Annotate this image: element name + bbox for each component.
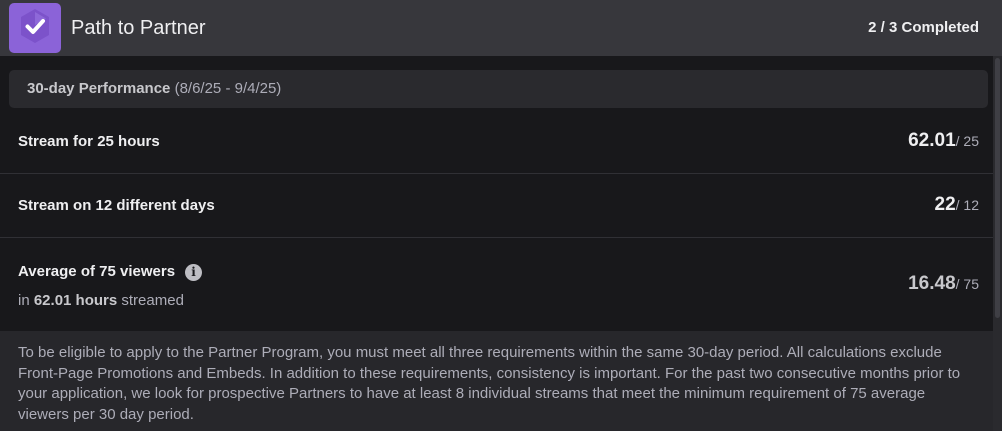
period-label: 30-day Performance	[27, 80, 171, 97]
requirement-subtext: in 62.01 hours streamed	[18, 292, 184, 309]
subtext-prefix: in	[18, 292, 34, 309]
requirement-progress: 62.01/ 25	[908, 130, 979, 152]
requirement-current: 22	[934, 194, 956, 215]
requirement-progress: 16.48/ 75	[908, 273, 979, 295]
requirement-label: Average of 75 viewers	[18, 263, 176, 280]
period-range: (8/6/25 - 9/4/25)	[174, 80, 282, 97]
requirement-target: / 75	[955, 276, 979, 292]
scrollbar-thumb[interactable]	[995, 58, 1000, 318]
requirement-label: Stream on 12 different days	[18, 197, 215, 214]
requirement-label-wrap: Average of 75 viewers i	[18, 263, 203, 281]
requirement-target: / 25	[955, 133, 979, 149]
subtext-hours: 62.01 hours	[33, 292, 118, 309]
path-to-partner-panel: Path to Partner 2 / 3 Completed 30-day P…	[0, 0, 1002, 431]
requirement-current: 62.01	[908, 130, 956, 151]
panel-header: Path to Partner 2 / 3 Completed	[0, 0, 1002, 56]
requirement-target: / 12	[955, 197, 979, 213]
subtext-suffix: streamed	[117, 292, 184, 309]
checkmark-icon	[15, 6, 55, 51]
performance-period: 30-day Performance (8/6/25 - 9/4/25)	[9, 70, 988, 108]
eligibility-description: To be eligible to apply to the Partner P…	[0, 331, 993, 431]
scrollbar[interactable]	[993, 56, 1002, 431]
requirement-row-days: Stream on 12 different days 22/ 12	[0, 174, 993, 238]
requirement-label: Stream for 25 hours	[18, 133, 160, 150]
requirement-row-viewers: Average of 75 viewers i in 62.01 hours st…	[0, 238, 993, 331]
requirement-row-hours: Stream for 25 hours 62.01/ 25	[0, 110, 993, 174]
partner-badge	[9, 3, 61, 53]
requirement-progress: 22/ 12	[935, 194, 980, 216]
info-icon[interactable]: i	[185, 263, 203, 281]
panel-title: Path to Partner	[71, 17, 206, 39]
requirement-current: 16.48	[908, 273, 956, 294]
completion-status: 2 / 3 Completed	[868, 19, 979, 36]
